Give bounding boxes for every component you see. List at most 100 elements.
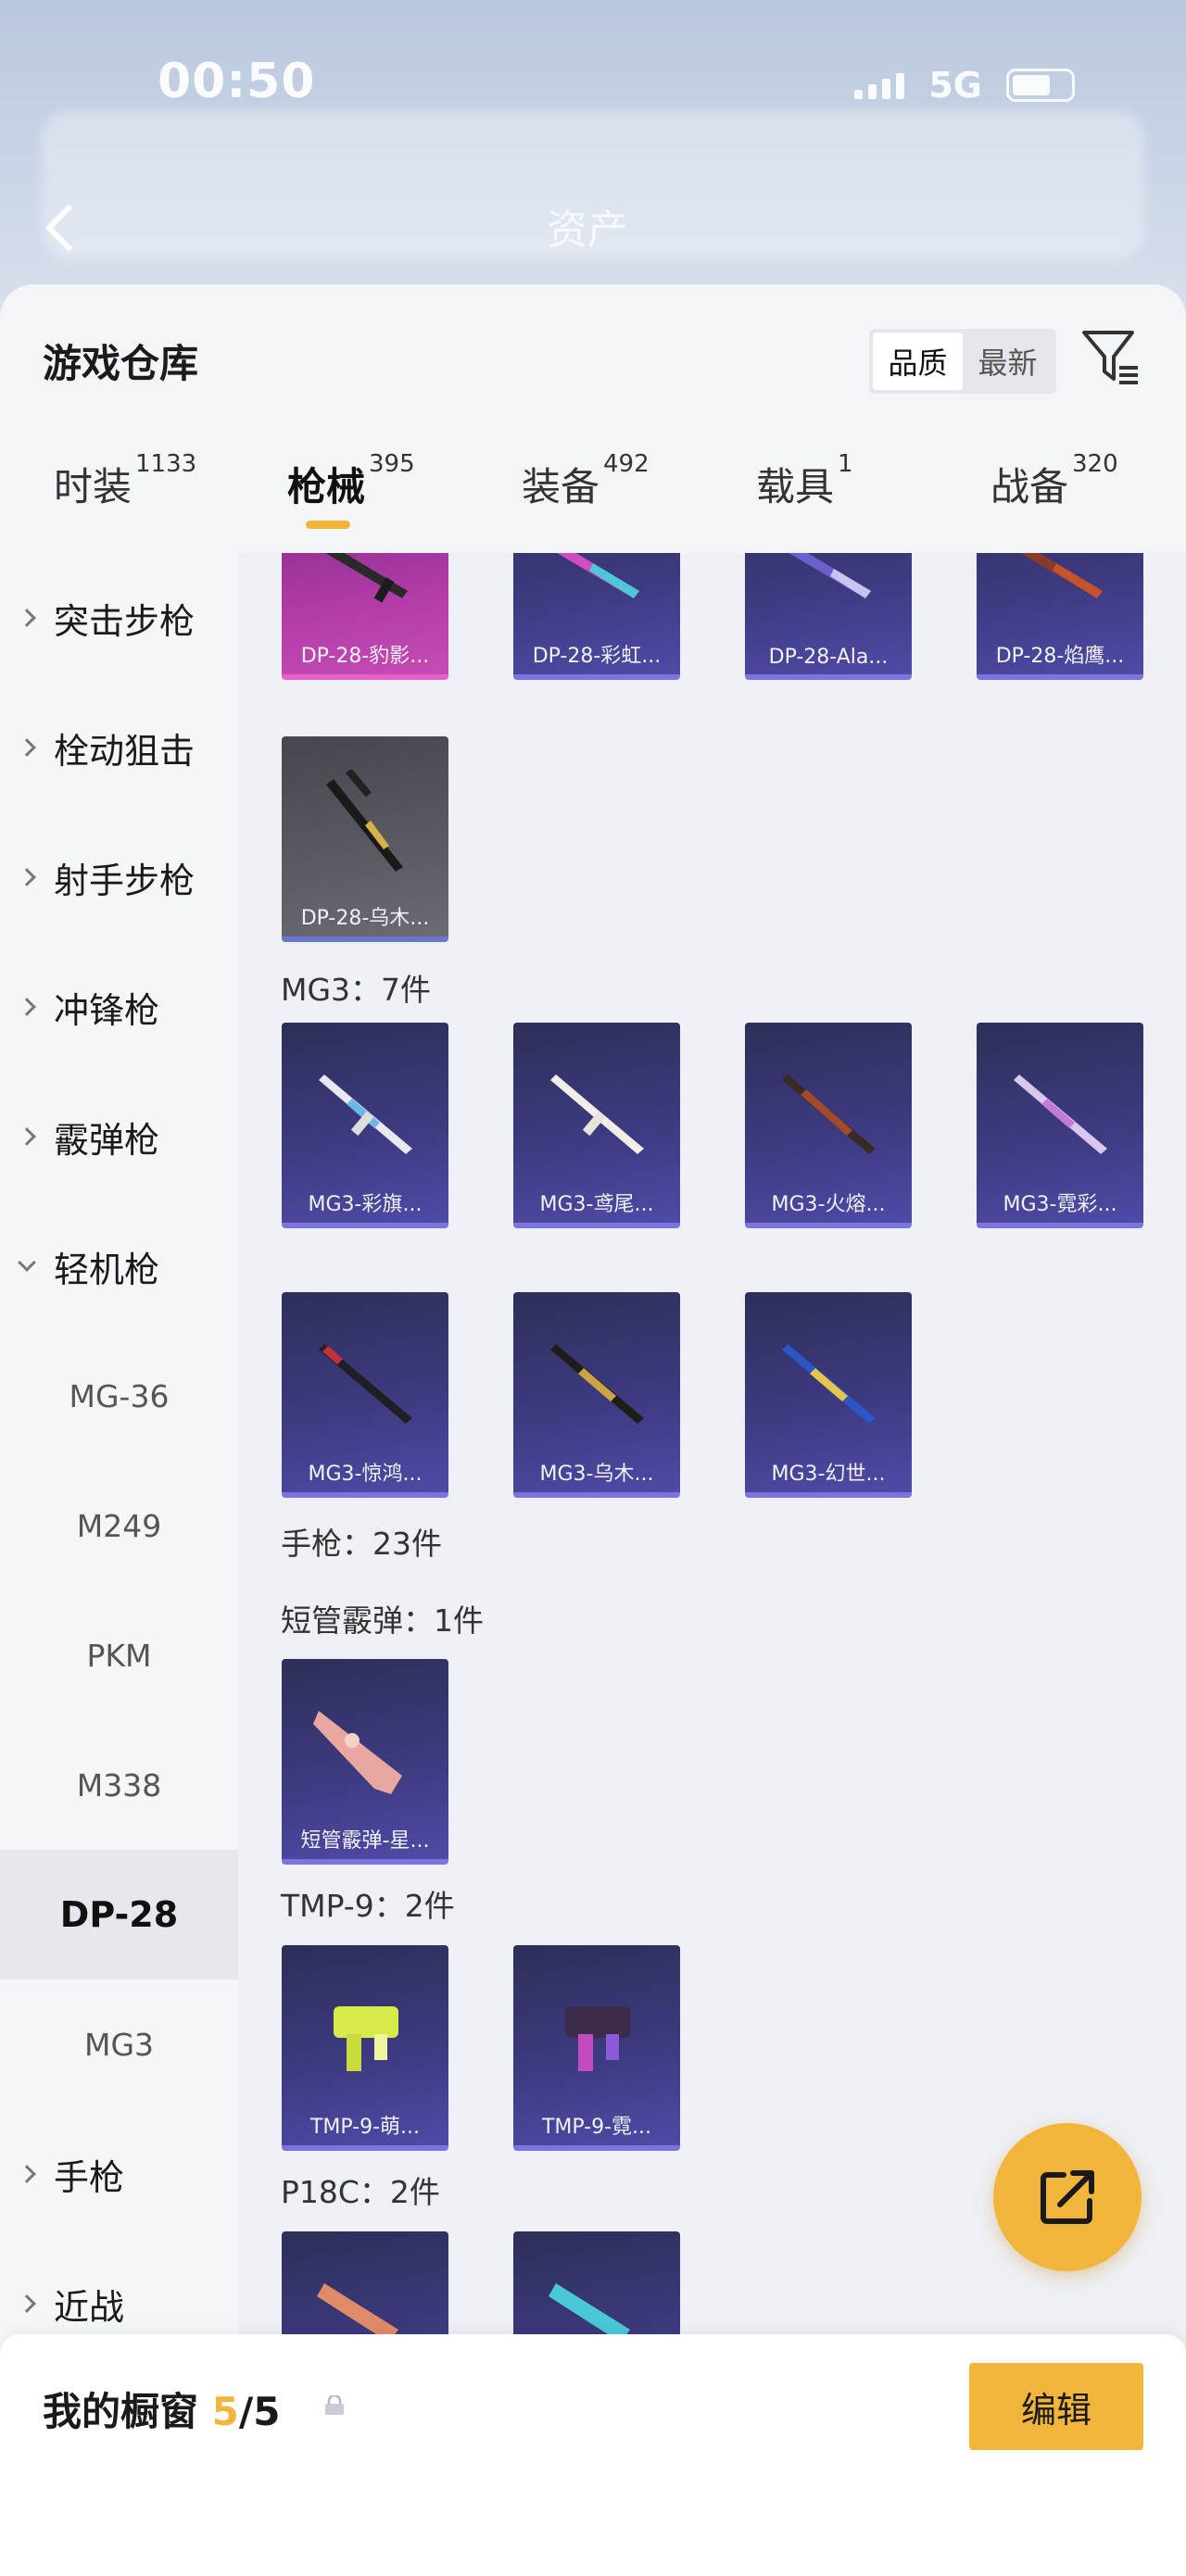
sidebar-subitem-mg3[interactable]: MG3 [0, 1979, 238, 2109]
weapon-image [557, 553, 639, 598]
warehouse-title: 游戏仓库 [43, 341, 199, 386]
skin-card[interactable]: MG3-鸢尾... [513, 1023, 680, 1228]
sidebar-subitem-m338[interactable]: M338 [0, 1720, 238, 1850]
skin-card[interactable]: MG3-火熔... [745, 1023, 912, 1228]
skin-card[interactable]: MG3-幻世... [745, 1292, 912, 1498]
weapon-image [550, 1074, 644, 1154]
sidebar-subitem-m249[interactable]: M249 [0, 1461, 238, 1590]
sidebar-item-label: 轻机枪 [54, 1249, 160, 1290]
tab-vehicles[interactable]: 载具 1 [756, 450, 853, 548]
edit-showcase-button[interactable]: 编辑 [969, 2363, 1143, 2450]
showcase-label: 我的橱窗 5/5 [43, 2381, 280, 2437]
skin-card[interactable]: TMP-9-霓... [513, 1945, 680, 2151]
showcase-bar: 我的橱窗 5/5 编辑 [0, 2334, 1186, 2576]
blurred-page-header: 00:50 5G 资产 [0, 0, 1186, 315]
skin-card[interactable]: MG3-乌木... [513, 1292, 680, 1498]
skin-name: DP-28-焰鹰... [995, 645, 1125, 668]
tab-count: 1 [838, 450, 853, 478]
sort-newest-button[interactable]: 最新 [963, 333, 1053, 390]
group-label-pistol: 手枪：23件 [281, 1526, 442, 1562]
sidebar-item-smg[interactable]: 冲锋枪 [0, 942, 238, 1072]
group-label-p18c: P18C：2件 [281, 2174, 440, 2210]
tab-count: 320 [1072, 450, 1118, 478]
weapon-image [325, 553, 408, 603]
skin-name: TMP-9-霓... [541, 2116, 652, 2139]
sidebar-item-pistol[interactable]: 手枪 [0, 2109, 238, 2239]
skin-card[interactable]: 短管霰弹-星... [282, 1659, 448, 1865]
back-button[interactable] [39, 195, 85, 259]
sidebar-item-label: 冲锋枪 [54, 989, 160, 1031]
sidebar-subitem-dp28[interactable]: DP-28 [0, 1850, 238, 1979]
sidebar-subitem-mg36[interactable]: MG-36 [0, 1331, 238, 1461]
sidebar-item-label: 近战 [54, 2286, 125, 2328]
chevron-right-icon [0, 868, 54, 886]
sidebar-subitem-pkm[interactable]: PKM [0, 1590, 238, 1720]
skin-name: MG3-幻世... [771, 1463, 886, 1486]
skin-card[interactable]: MG3-霓彩... [977, 1023, 1143, 1228]
weapon-image [782, 1074, 876, 1154]
skin-name: MG3-惊鸿... [308, 1463, 423, 1486]
tab-label: 装备 [522, 464, 600, 509]
skin-card[interactable]: MG3-彩旗... [282, 1023, 448, 1228]
weapon-image [313, 1711, 402, 1794]
chevron-right-icon [0, 2294, 54, 2313]
tab-firearms[interactable]: 枪械 395 [287, 450, 415, 548]
sheet-header: 游戏仓库 品质 最新 时装 1133 枪械 395 装备 492 载具 1 战备… [0, 284, 1186, 553]
sidebar-item-label: 栓动狙击 [54, 730, 196, 772]
weapon-image [782, 1344, 876, 1424]
skin-name: MG3-彩旗... [308, 1193, 423, 1216]
sidebar-item-label: 突击步枪 [54, 600, 196, 642]
weapon-skin-grid: DP-28-豹影... DP-28-彩虹... DP-28-Ala... DP-… [238, 553, 1186, 2572]
skin-name: MG3-鸢尾... [539, 1193, 654, 1216]
tab-fashion[interactable]: 时装 1133 [54, 450, 196, 548]
sort-quality-button[interactable]: 品质 [873, 333, 963, 390]
tab-count: 1133 [135, 450, 197, 478]
skin-card[interactable]: MG3-惊鸿... [282, 1292, 448, 1498]
chevron-right-icon [0, 738, 54, 757]
skin-name: 短管霰弹-星... [300, 1829, 430, 1853]
tab-tactical-gear[interactable]: 战备 320 [990, 450, 1118, 548]
weapon-image [319, 1344, 412, 1424]
weapon-image [319, 1074, 412, 1154]
weapon-image [1014, 1074, 1107, 1154]
skin-name: MG3-火熔... [771, 1193, 886, 1216]
chevron-right-icon [0, 1127, 54, 1146]
category-tabs: 时装 1133 枪械 395 装备 492 载具 1 战备 320 [0, 450, 1186, 548]
network-type: 5G [928, 65, 982, 106]
skin-card[interactable]: TMP-9-萌... [282, 1945, 448, 2151]
tab-label: 枪械 [287, 464, 366, 509]
weapon-image [1020, 553, 1103, 598]
filter-icon[interactable] [1079, 325, 1143, 390]
group-label-mg3: MG3：7件 [281, 972, 432, 1008]
group-label-short-shotgun: 短管霰弹：1件 [281, 1602, 484, 1639]
sidebar-item-label: 霰弹枪 [54, 1119, 160, 1161]
sidebar-item-marksman-rifle[interactable]: 射手步枪 [0, 812, 238, 942]
share-button[interactable] [993, 2123, 1142, 2271]
sidebar-item-bolt-sniper[interactable]: 栓动狙击 [0, 683, 238, 812]
tab-label: 时装 [54, 464, 132, 509]
status-icons: 5G [854, 65, 1075, 106]
weapon-image [326, 770, 403, 872]
showcase-title: 我的橱窗 [43, 2389, 199, 2434]
skin-card[interactable]: DP-28-Ala... [745, 553, 912, 680]
skin-card[interactable]: DP-28-焰鹰... [977, 553, 1143, 680]
skin-name: DP-28-乌木... [300, 907, 430, 930]
sidebar-item-label: 手枪 [54, 2156, 125, 2198]
sidebar-item-lmg[interactable]: 轻机枪 [0, 1201, 238, 1331]
skin-card[interactable]: DP-28-豹影... [282, 553, 448, 680]
chevron-right-icon [0, 2165, 54, 2183]
skin-name: MG3-霓彩... [1003, 1193, 1117, 1216]
chevron-right-icon [0, 609, 54, 627]
signal-icon [854, 71, 905, 99]
weapon-image [565, 2006, 630, 2071]
skin-card[interactable]: DP-28-彩虹... [513, 553, 680, 680]
sort-toggle: 品质 最新 [869, 329, 1056, 394]
status-time: 00:50 [158, 54, 316, 109]
tab-count: 395 [369, 450, 415, 478]
sidebar-item-shotgun[interactable]: 霰弹枪 [0, 1072, 238, 1201]
weapon-image [334, 2006, 398, 2071]
tab-equipment[interactable]: 装备 492 [522, 450, 650, 548]
skin-card[interactable]: DP-28-乌木... [282, 736, 448, 942]
showcase-total: /5 [238, 2389, 281, 2434]
sidebar-item-assault-rifle[interactable]: 突击步枪 [0, 553, 238, 683]
